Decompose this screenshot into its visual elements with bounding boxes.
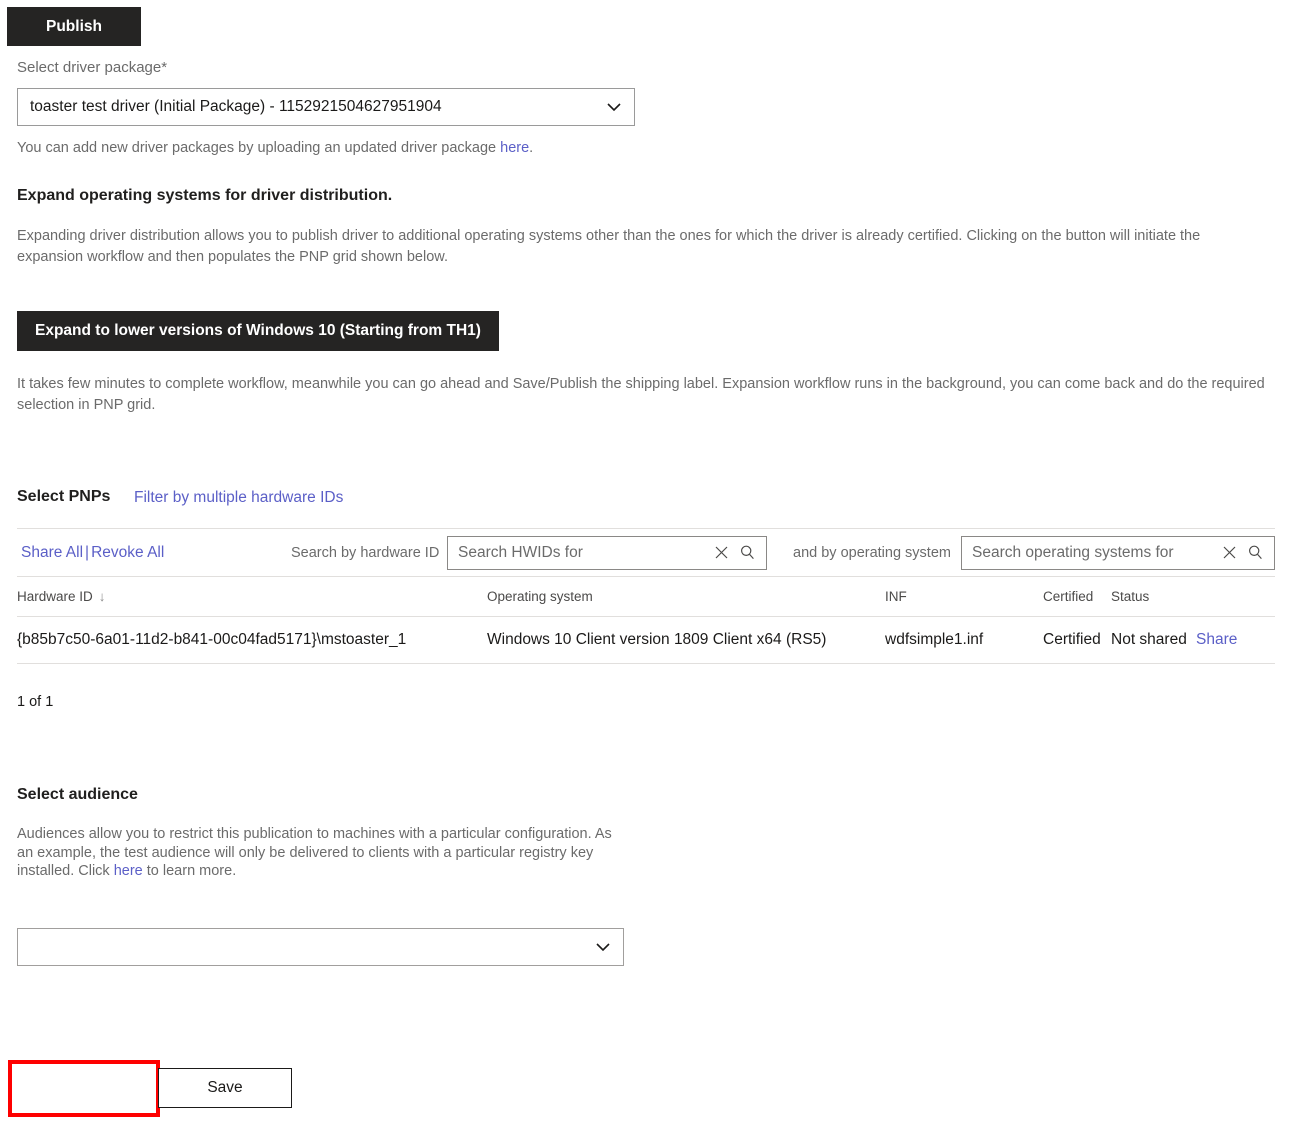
chevron-down-icon bbox=[606, 99, 622, 115]
save-button[interactable]: Save bbox=[158, 1068, 292, 1108]
share-all-link[interactable]: Share All bbox=[21, 544, 83, 561]
search-os-box[interactable]: Search operating systems for bbox=[961, 535, 1275, 570]
driver-package-label: Select driver package* bbox=[17, 59, 167, 76]
publish-button-highlight bbox=[8, 1060, 160, 1117]
table-row: {b85b7c50-6a01-11d2-b841-00c04fad5171}\m… bbox=[17, 616, 1275, 664]
magnifier-icon[interactable] bbox=[1242, 540, 1268, 566]
pnp-grid-toolbar: Share All | Revoke All Search by hardware … bbox=[17, 528, 1275, 576]
pnp-table-body: {b85b7c50-6a01-11d2-b841-00c04fad5171}\m… bbox=[17, 616, 1275, 664]
chevron-down-icon bbox=[595, 939, 611, 955]
magnifier-icon[interactable] bbox=[734, 540, 760, 566]
helper-text-before: You can add new driver packages by uploa… bbox=[17, 140, 501, 156]
driver-package-label-text: Select driver package bbox=[17, 59, 162, 76]
share-revoke-separator: | bbox=[85, 543, 90, 561]
column-header-certified[interactable]: Certified bbox=[1043, 576, 1111, 617]
pnp-table-head: Hardware ID ↓ Operating system INF Certif… bbox=[17, 576, 1275, 617]
search-os-placeholder: Search operating systems for bbox=[972, 543, 1174, 561]
expand-section-heading: Expand operating systems for driver dist… bbox=[17, 187, 393, 204]
cell-certified: Certified bbox=[1043, 616, 1111, 664]
required-asterisk: * bbox=[161, 59, 168, 76]
select-pnps-heading: Select PNPs bbox=[17, 488, 111, 505]
audience-select[interactable] bbox=[17, 928, 624, 966]
upload-driver-package-link[interactable]: here bbox=[500, 140, 529, 156]
close-x-icon[interactable] bbox=[1216, 540, 1242, 566]
search-hwid-label: Search by hardware ID bbox=[291, 544, 440, 561]
arrow-down-icon: ↓ bbox=[98, 589, 106, 604]
targeting-page: Targeting Select driver package* toaster… bbox=[0, 0, 1290, 1125]
select-audience-heading: Select audience bbox=[17, 786, 138, 803]
pnp-table: Hardware ID ↓ Operating system INF Certif… bbox=[17, 576, 1275, 664]
search-hwid-box[interactable]: Search HWIDs for bbox=[447, 535, 767, 570]
search-hwid-placeholder: Search HWIDs for bbox=[458, 543, 583, 561]
helper-text-after: . bbox=[529, 140, 534, 156]
cell-status: Not shared bbox=[1111, 616, 1196, 664]
column-header-hardware-id-label: Hardware ID bbox=[17, 589, 93, 604]
pnp-result-count: 1 of 1 bbox=[17, 694, 54, 710]
search-os-label: and by operating system bbox=[793, 544, 951, 561]
column-header-operating-system[interactable]: Operating system bbox=[487, 576, 885, 617]
cell-operating-system: Windows 10 Client version 1809 Client x6… bbox=[487, 616, 885, 664]
cell-inf: wdfsimple1.inf bbox=[885, 616, 1043, 664]
revoke-all-link[interactable]: Revoke All bbox=[91, 544, 164, 561]
share-revoke-controls: Share All | Revoke All bbox=[21, 544, 164, 562]
column-header-action bbox=[1196, 576, 1275, 617]
table-header-row: Hardware ID ↓ Operating system INF Certif… bbox=[17, 576, 1275, 617]
column-header-inf[interactable]: INF bbox=[885, 576, 1043, 617]
column-header-hardware-id[interactable]: Hardware ID ↓ bbox=[17, 576, 487, 617]
driver-package-selected-value: toaster test driver (Initial Package) - … bbox=[30, 98, 442, 115]
audience-learn-more-link[interactable]: here bbox=[114, 863, 143, 879]
pnp-grid: Share All | Revoke All Search by hardware … bbox=[17, 528, 1275, 664]
publish-button[interactable]: Publish bbox=[7, 7, 141, 46]
driver-package-select[interactable]: toaster test driver (Initial Package) - … bbox=[17, 88, 635, 126]
expand-to-lower-versions-button[interactable]: Expand to lower versions of Windows 10 (… bbox=[17, 311, 499, 351]
audience-description-before: Audiences allow you to restrict this pub… bbox=[17, 826, 612, 879]
audience-description-after: to learn more. bbox=[142, 863, 237, 879]
cell-action: Share bbox=[1196, 616, 1275, 664]
column-header-status[interactable]: Status bbox=[1111, 576, 1196, 617]
cell-hardware-id: {b85b7c50-6a01-11d2-b841-00c04fad5171}\m… bbox=[17, 616, 487, 664]
select-audience-description: Audiences allow you to restrict this pub… bbox=[17, 825, 627, 881]
driver-package-helper: You can add new driver packages by uploa… bbox=[17, 140, 533, 156]
expand-workflow-note: It takes few minutes to complete workflo… bbox=[17, 376, 1265, 413]
expand-section-description: Expanding driver distribution allows you… bbox=[17, 228, 1201, 265]
close-x-icon[interactable] bbox=[708, 540, 734, 566]
filter-by-multiple-hardware-ids-link[interactable]: Filter by multiple hardware IDs bbox=[134, 489, 343, 507]
share-row-link[interactable]: Share bbox=[1196, 631, 1237, 648]
